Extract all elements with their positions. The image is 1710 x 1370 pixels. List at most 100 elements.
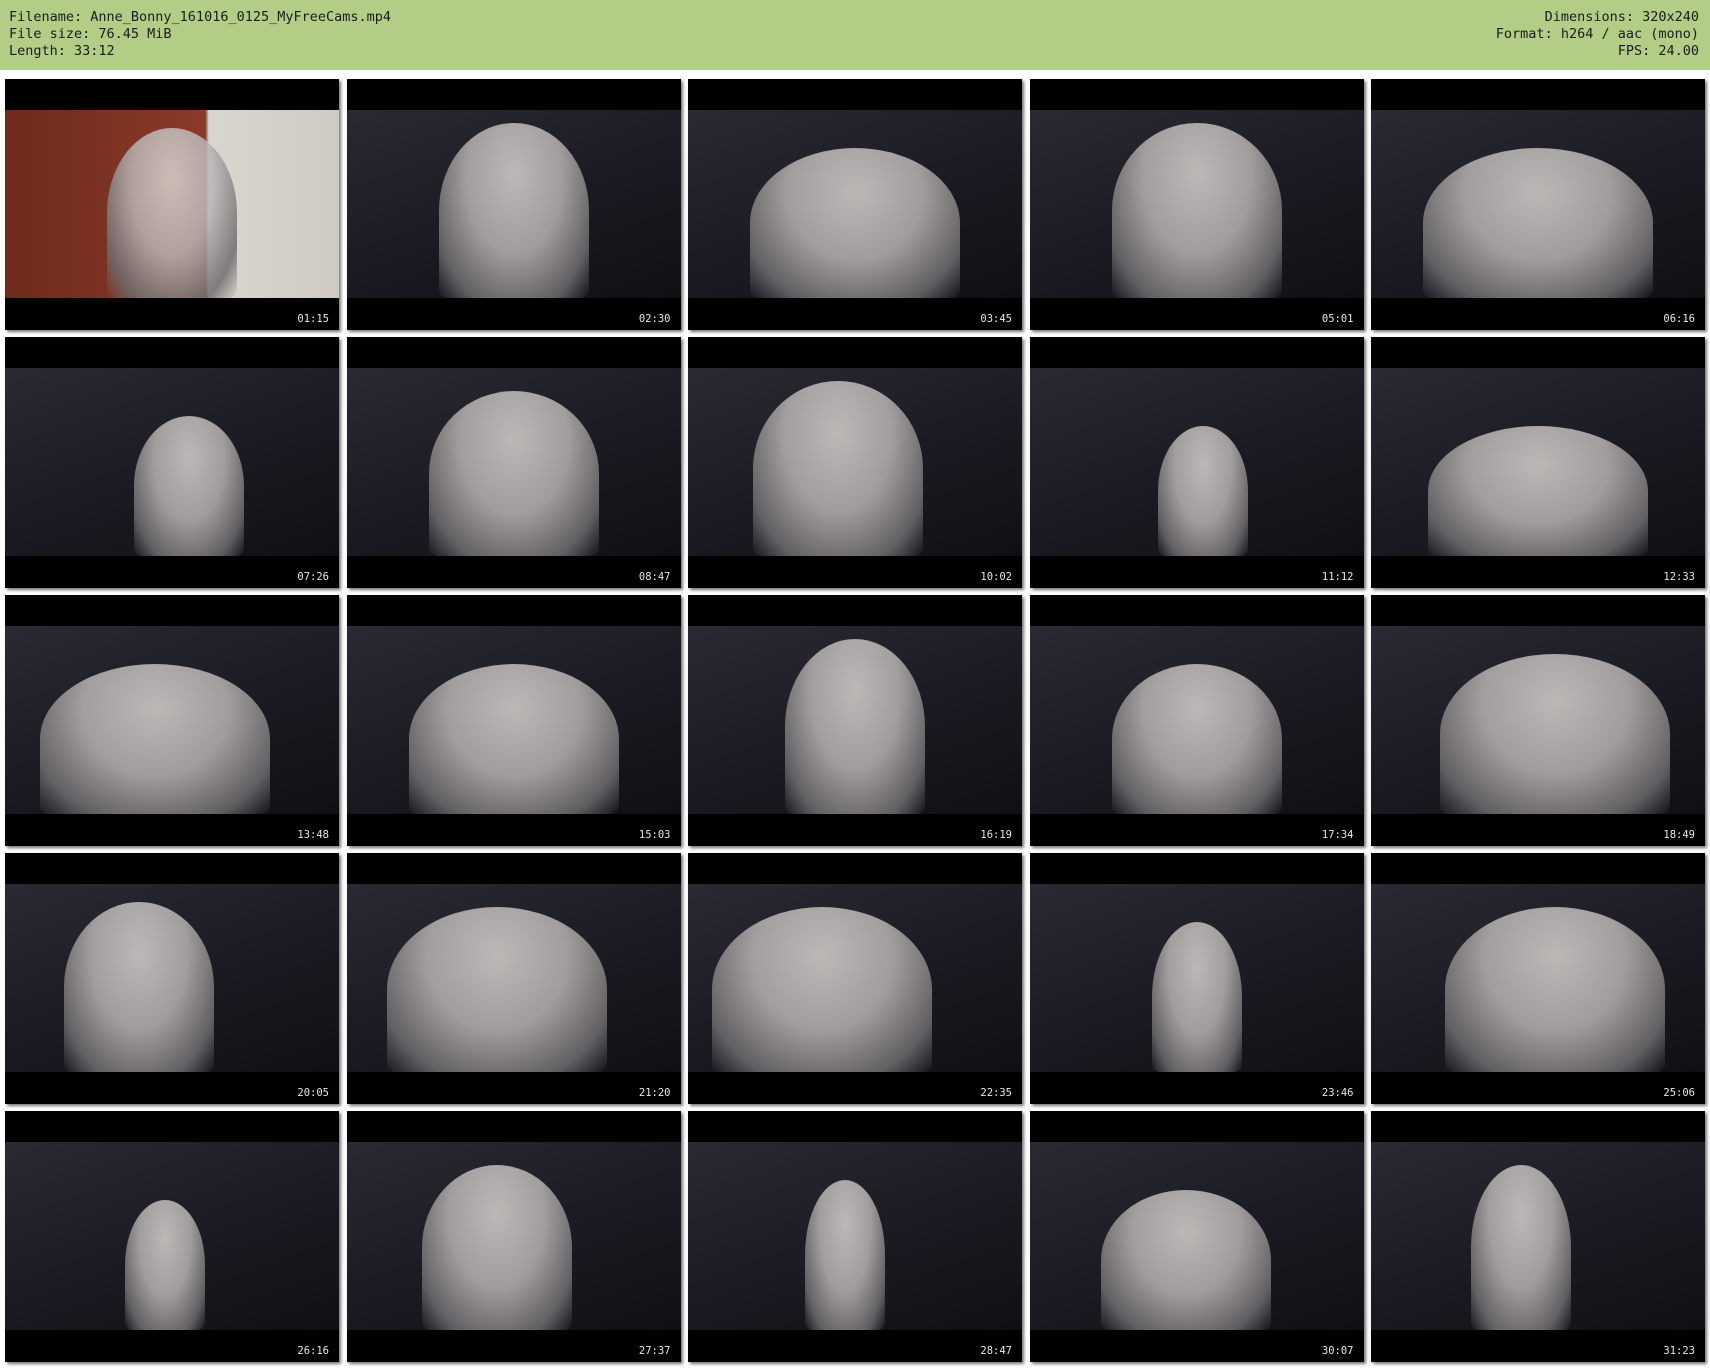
figure-silhouette bbox=[750, 148, 960, 298]
video-frame bbox=[346, 884, 681, 1072]
thumbnail[interactable]: 26:16 bbox=[5, 1111, 339, 1362]
figure-silhouette bbox=[438, 123, 589, 298]
video-frame bbox=[1029, 626, 1364, 814]
thumbnail[interactable]: 22:35 bbox=[688, 853, 1022, 1104]
thumbnail[interactable]: 15:03 bbox=[346, 595, 681, 846]
thumbnail[interactable]: 10:02 bbox=[688, 337, 1022, 588]
timestamp-label: 06:16 bbox=[1663, 313, 1695, 325]
length-label: Length: 33:12 bbox=[9, 43, 115, 59]
thumbnail[interactable]: 11:12 bbox=[1029, 337, 1364, 588]
timestamp-label: 13:48 bbox=[297, 829, 329, 841]
video-frame bbox=[1371, 368, 1705, 556]
thumbnail[interactable]: 12:33 bbox=[1371, 337, 1705, 588]
thumbnail[interactable]: 16:19 bbox=[688, 595, 1022, 846]
figure-silhouette bbox=[107, 128, 237, 298]
figure-silhouette bbox=[1444, 907, 1665, 1072]
filename-label: Filename: Anne_Bonny_161016_0125_MyFreeC… bbox=[9, 9, 392, 25]
thumbnail[interactable]: 21:20 bbox=[346, 853, 681, 1104]
format-label: Format: h264 / aac (mono) bbox=[1495, 26, 1699, 42]
timestamp-label: 21:20 bbox=[638, 1087, 671, 1099]
video-frame bbox=[346, 110, 681, 298]
thumbnail[interactable]: 30:07 bbox=[1029, 1111, 1364, 1362]
thumbnail[interactable]: 27:37 bbox=[346, 1111, 681, 1362]
timestamp-label: 18:49 bbox=[1663, 829, 1695, 841]
video-frame bbox=[688, 884, 1022, 1072]
video-frame bbox=[1029, 884, 1364, 1072]
info-right: Dimensions: 320x240 Format: h264 / aac (… bbox=[1496, 9, 1699, 60]
info-header: Filename: Anne_Bonny_161016_0125_MyFreeC… bbox=[0, 0, 1710, 70]
figure-silhouette bbox=[40, 664, 271, 814]
timestamp-label: 11:12 bbox=[1321, 571, 1354, 583]
video-frame bbox=[688, 110, 1022, 298]
timestamp-label: 30:07 bbox=[1321, 1345, 1354, 1357]
thumbnail[interactable]: 23:46 bbox=[1029, 853, 1364, 1104]
timestamp-label: 23:46 bbox=[1321, 1087, 1354, 1099]
thumbnail[interactable]: 02:30 bbox=[346, 79, 681, 330]
timestamp-label: 27:37 bbox=[638, 1345, 671, 1357]
video-frame bbox=[5, 884, 339, 1072]
filesize-label: File size: 76.45 MiB bbox=[9, 26, 172, 42]
timestamp-label: 16:19 bbox=[980, 829, 1012, 841]
video-frame bbox=[5, 1142, 339, 1330]
thumbnail[interactable]: 20:05 bbox=[5, 853, 339, 1104]
timestamp-label: 26:16 bbox=[297, 1345, 329, 1357]
timestamp-label: 08:47 bbox=[638, 571, 671, 583]
figure-silhouette bbox=[1111, 123, 1282, 298]
video-frame bbox=[1029, 368, 1364, 556]
fps-label: FPS: 24.00 bbox=[1617, 43, 1699, 59]
figure-silhouette bbox=[63, 902, 214, 1072]
video-frame bbox=[1371, 1142, 1705, 1330]
figure-silhouette bbox=[1471, 1165, 1572, 1330]
timestamp-label: 25:06 bbox=[1663, 1087, 1695, 1099]
figure-silhouette bbox=[1151, 922, 1242, 1072]
thumbnail-grid: 01:15 02:30 03:45 05:01 06:16 07:26 08:47 10:02… bbox=[5, 79, 1705, 1362]
timestamp-label: 02:30 bbox=[638, 313, 671, 325]
timestamp-label: 15:03 bbox=[638, 829, 671, 841]
thumbnail[interactable]: 01:15 bbox=[5, 79, 339, 330]
thumbnail[interactable]: 03:45 bbox=[688, 79, 1022, 330]
figure-silhouette bbox=[785, 639, 925, 814]
thumbnail[interactable]: 31:23 bbox=[1371, 1111, 1705, 1362]
info-left: Filename: Anne_Bonny_161016_0125_MyFreeC… bbox=[9, 9, 391, 60]
video-frame bbox=[346, 626, 681, 814]
thumbnail[interactable]: 06:16 bbox=[1371, 79, 1705, 330]
video-frame bbox=[1371, 626, 1705, 814]
thumbnail[interactable]: 18:49 bbox=[1371, 595, 1705, 846]
timestamp-label: 22:35 bbox=[980, 1087, 1012, 1099]
timestamp-label: 10:02 bbox=[980, 571, 1012, 583]
video-frame bbox=[1371, 884, 1705, 1072]
timestamp-label: 01:15 bbox=[297, 313, 329, 325]
figure-silhouette bbox=[804, 1180, 885, 1330]
thumbnail[interactable]: 28:47 bbox=[688, 1111, 1022, 1362]
thumbnail[interactable]: 17:34 bbox=[1029, 595, 1364, 846]
figure-silhouette bbox=[1101, 1190, 1272, 1330]
figure-silhouette bbox=[421, 1165, 572, 1330]
video-frame bbox=[1029, 1142, 1364, 1330]
figure-silhouette bbox=[386, 907, 607, 1072]
figure-silhouette bbox=[1423, 148, 1653, 298]
video-frame bbox=[346, 1142, 681, 1330]
thumbnail[interactable]: 07:26 bbox=[5, 337, 339, 588]
video-frame bbox=[1371, 110, 1705, 298]
thumbnail[interactable]: 13:48 bbox=[5, 595, 339, 846]
thumbnail[interactable]: 25:06 bbox=[1371, 853, 1705, 1104]
timestamp-label: 12:33 bbox=[1663, 571, 1695, 583]
thumbnail[interactable]: 05:01 bbox=[1029, 79, 1364, 330]
timestamp-label: 31:23 bbox=[1663, 1345, 1695, 1357]
video-frame bbox=[688, 368, 1022, 556]
figure-silhouette bbox=[1439, 654, 1670, 814]
thumbnail[interactable]: 08:47 bbox=[346, 337, 681, 588]
figure-silhouette bbox=[753, 381, 924, 556]
video-frame bbox=[5, 626, 339, 814]
timestamp-label: 07:26 bbox=[297, 571, 329, 583]
figure-silhouette bbox=[1428, 426, 1648, 556]
figure-silhouette bbox=[1111, 664, 1282, 814]
video-frame bbox=[688, 626, 1022, 814]
figure-silhouette bbox=[711, 907, 932, 1072]
dimensions-label: Dimensions: 320x240 bbox=[1544, 9, 1699, 25]
figure-silhouette bbox=[133, 416, 244, 556]
video-frame bbox=[688, 1142, 1022, 1330]
timestamp-label: 17:34 bbox=[1321, 829, 1354, 841]
figure-silhouette bbox=[408, 664, 619, 814]
video-frame bbox=[5, 110, 339, 298]
